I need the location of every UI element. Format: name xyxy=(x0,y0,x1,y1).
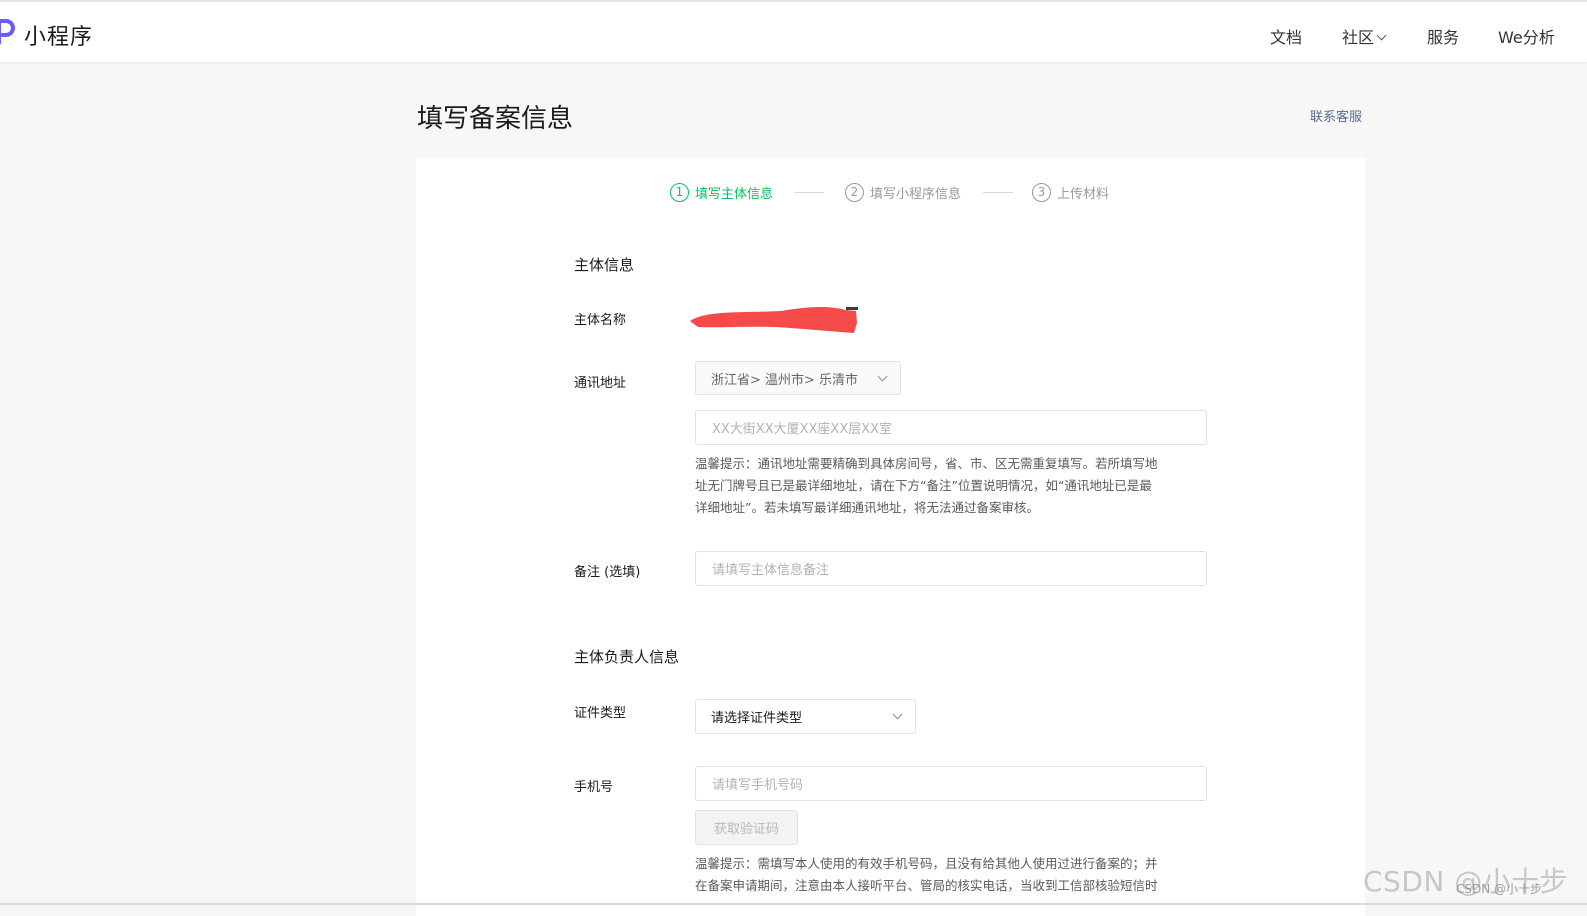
address-label: 通讯地址 xyxy=(574,376,627,391)
csdn-watermark-small: CSDN @小十步 xyxy=(1456,882,1543,896)
step-1-label: 填写主体信息 xyxy=(695,186,774,202)
address-detail-input[interactable]: XX大街XX大厦XX座XX层XX室 xyxy=(695,410,1207,445)
step-1-number: 1 xyxy=(670,182,689,202)
phone-label: 手机号 xyxy=(574,780,614,795)
address-region-select[interactable]: 浙江省> 温州市> 乐清市 xyxy=(695,361,901,395)
nav-services-label: 服务 xyxy=(1427,28,1460,47)
logo-text[interactable]: 小程序 xyxy=(24,19,93,51)
phone-placeholder: 请填写手机号码 xyxy=(712,778,804,793)
step-3-label: 上传材料 xyxy=(1057,186,1110,202)
mini-program-logo-icon[interactable] xyxy=(0,17,18,45)
address-detail-placeholder: XX大街XX大厦XX座XX层XX室 xyxy=(712,422,893,437)
remark-label: 备注 (选填) xyxy=(574,565,641,580)
chevron-down-icon xyxy=(892,709,903,720)
nav-docs[interactable]: 文档 xyxy=(1270,24,1302,48)
remark-placeholder: 请填写主体信息备注 xyxy=(712,563,830,578)
address-region-value: 浙江省> 温州市> 乐清市 xyxy=(711,372,859,388)
redacted-subject-name xyxy=(690,307,858,333)
step-2-number: 2 xyxy=(845,182,864,202)
step-connector xyxy=(983,192,1013,193)
address-hint: 温馨提示：通讯地址需要精确到具体房间号，省、市、区无需重复填写。若所填写地 址无… xyxy=(695,453,1211,519)
nav-we-analytics-label: We分析 xyxy=(1498,28,1555,47)
subject-name-label: 主体名称 xyxy=(574,313,627,328)
id-type-placeholder: 请选择证件类型 xyxy=(711,711,803,726)
id-type-select[interactable]: 请选择证件类型 xyxy=(695,699,916,734)
section-title-subject-info: 主体信息 xyxy=(574,256,635,274)
step-3: 3 上传材料 xyxy=(1032,181,1109,203)
step-2-label: 填写小程序信息 xyxy=(870,186,962,202)
nav-services[interactable]: 服务 xyxy=(1427,24,1459,48)
chevron-down-icon xyxy=(877,371,888,382)
step-2: 2 填写小程序信息 xyxy=(845,181,961,203)
nav-community[interactable]: 社区 xyxy=(1342,24,1387,48)
step-1: 1 填写主体信息 xyxy=(670,181,773,203)
phone-input[interactable]: 请填写手机号码 xyxy=(695,766,1207,801)
section-title-principal-info: 主体负责人信息 xyxy=(574,648,680,666)
top-navigation-bar: 小程序 文档 社区 服务 We分析 xyxy=(0,0,1587,63)
page-title: 填写备案信息 xyxy=(417,104,574,134)
phone-hint: 温馨提示：需填写本人使用的有效手机号码，且没有给其他人使用过进行备案的；并 在备… xyxy=(695,853,1211,897)
get-verification-code-button[interactable]: 获取验证码 xyxy=(695,810,798,845)
address-hint-line: 址无门牌号且已是最详细地址，请在下方“备注”位置说明情况，如“通讯地址已是最 xyxy=(695,478,1152,493)
id-type-label: 证件类型 xyxy=(574,706,627,721)
address-hint-line: 温馨提示：通讯地址需要精确到具体房间号，省、市、区无需重复填写。若所填写地 xyxy=(695,456,1158,471)
nav-docs-label: 文档 xyxy=(1270,28,1303,47)
progress-steps: 1 填写主体信息 2 填写小程序信息 3 上传材料 xyxy=(416,181,1365,205)
step-3-number: 3 xyxy=(1032,182,1051,202)
address-hint-line: 详细地址”。若未填写最详细通讯地址，将无法通过备案审核。 xyxy=(695,500,1039,515)
phone-hint-line: 温馨提示：需填写本人使用的有效手机号码，且没有给其他人使用过进行备案的；并 xyxy=(695,856,1158,871)
nav-community-label: 社区 xyxy=(1342,28,1375,47)
phone-hint-line: 在备案申请期间，注意由本人接听平台、管局的核实电话，当收到工信部核验短信时 xyxy=(695,878,1158,893)
chevron-down-icon xyxy=(1376,30,1387,41)
registration-form-card: 1 填写主体信息 2 填写小程序信息 3 上传材料 主体信息 主体名称 通讯地址… xyxy=(416,158,1365,916)
remark-input[interactable]: 请填写主体信息备注 xyxy=(695,551,1207,586)
bottom-divider xyxy=(0,903,1587,905)
contact-support-link[interactable]: 联系客服 xyxy=(1310,106,1362,125)
nav-we-analytics[interactable]: We分析 xyxy=(1498,24,1555,48)
step-connector xyxy=(794,192,824,193)
